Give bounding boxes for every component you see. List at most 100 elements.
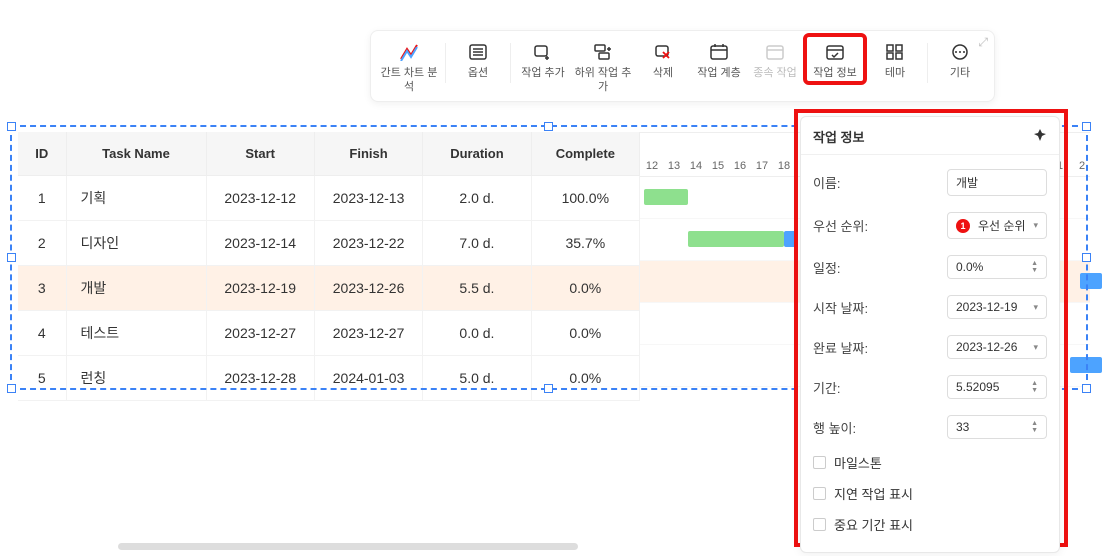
resize-handle[interactable]	[1082, 122, 1091, 131]
cell-start: 2023-12-14	[206, 221, 314, 266]
checkbox-label: 지연 작업 표시	[834, 484, 913, 503]
analysis-icon	[398, 41, 420, 63]
gantt-bar[interactable]	[644, 189, 688, 205]
cell-id: 1	[18, 176, 66, 221]
cell-id: 5	[18, 356, 66, 401]
resize-handle[interactable]	[544, 122, 553, 131]
toolbar-add-task[interactable]: 작업 추가	[515, 37, 571, 81]
toolbar-theme[interactable]: 테마	[867, 37, 923, 81]
resize-handle[interactable]	[7, 122, 16, 131]
toolbar-task-info[interactable]: 작업 정보	[807, 37, 863, 81]
task-info-icon	[824, 41, 846, 63]
toolbar-dependency: 종속 작업	[747, 37, 803, 81]
col-start[interactable]: Start	[206, 132, 314, 176]
day-label: 16	[732, 160, 748, 172]
gantt-bar[interactable]	[688, 231, 784, 247]
cell-id: 2	[18, 221, 66, 266]
chevron-down-icon: ▾	[1033, 342, 1038, 353]
row-height-input[interactable]: 33 ▲▼	[947, 415, 1047, 439]
col-duration[interactable]: Duration	[423, 132, 531, 176]
cell-start: 2023-12-27	[206, 311, 314, 356]
day-label: 15	[710, 160, 726, 172]
cell-complete: 0.0%	[531, 356, 639, 401]
start-date-value: 2023-12-19	[956, 300, 1017, 314]
start-date-picker[interactable]: 2023-12-19 ▾	[947, 295, 1047, 319]
table-row[interactable]: 2 디자인 2023-12-14 2023-12-22 7.0 d. 35.7%	[18, 221, 640, 266]
more-icon	[949, 41, 971, 63]
col-finish[interactable]: Finish	[314, 132, 422, 176]
checkbox-icon	[813, 518, 826, 531]
cell-finish: 2023-12-13	[314, 176, 422, 221]
toolbar-delete[interactable]: 삭제	[635, 37, 691, 81]
spinner-icon[interactable]: ▲▼	[1031, 260, 1038, 274]
day-label: 13	[666, 160, 682, 172]
pin-icon[interactable]	[1033, 128, 1047, 145]
add-subtask-icon	[592, 41, 614, 63]
toolbar-hierarchy[interactable]: 작업 계층	[691, 37, 747, 81]
delete-icon	[652, 41, 674, 63]
milestone-checkbox[interactable]: 마일스톤	[813, 447, 1047, 478]
duration-input[interactable]: 5.52095 ▲▼	[947, 375, 1047, 399]
priority-select[interactable]: 1 우선 순위 ▾	[947, 212, 1047, 239]
label-duration: 기간:	[813, 378, 841, 397]
task-table: ID Task Name Start Finish Duration Compl…	[18, 132, 640, 401]
show-delayed-checkbox[interactable]: 지연 작업 표시	[813, 478, 1047, 509]
separator	[927, 43, 928, 83]
resize-handle[interactable]	[7, 253, 16, 262]
cell-id: 4	[18, 311, 66, 356]
name-value: 개발	[956, 174, 978, 191]
toolbar-label: 하위 작업 추가	[573, 67, 633, 95]
cell-name: 테스트	[66, 311, 206, 356]
cell-complete: 35.7%	[531, 221, 639, 266]
add-task-icon	[532, 41, 554, 63]
day-label: 14	[688, 160, 704, 172]
collapse-icon[interactable]: ⤢	[978, 35, 988, 50]
cell-complete: 0.0%	[531, 311, 639, 356]
theme-icon	[884, 41, 906, 63]
table-row[interactable]: 5 런칭 2023-12-28 2024-01-03 5.0 d. 0.0%	[18, 356, 640, 401]
toolbar-label: 간트 차트 분석	[379, 67, 439, 95]
show-critical-checkbox[interactable]: 중요 기간 표시	[813, 509, 1047, 540]
gantt-bar[interactable]	[1080, 273, 1102, 289]
calendar-icon	[708, 41, 730, 63]
checkbox-label: 마일스톤	[834, 453, 882, 472]
cell-start: 2023-12-19	[206, 266, 314, 311]
col-name[interactable]: Task Name	[66, 132, 206, 176]
dependency-icon	[764, 41, 786, 63]
spinner-icon[interactable]: ▲▼	[1031, 420, 1038, 434]
cell-start: 2023-12-28	[206, 356, 314, 401]
toolbar-label: 옵션	[468, 67, 488, 81]
priority-badge: 1	[956, 219, 970, 233]
cell-duration: 5.5 d.	[423, 266, 531, 311]
toolbar-label: 테마	[885, 67, 905, 81]
panel-header: 작업 정보	[801, 117, 1059, 155]
toolbar-analysis[interactable]: 간트 차트 분석	[377, 37, 441, 95]
toolbar-task-info-highlight: 작업 정보	[803, 33, 867, 85]
table-row[interactable]: 4 테스트 2023-12-27 2023-12-27 0.0 d. 0.0%	[18, 311, 640, 356]
col-id[interactable]: ID	[18, 132, 66, 176]
table-row-selected[interactable]: 3 개발 2023-12-19 2023-12-26 5.5 d. 0.0%	[18, 266, 640, 311]
gantt-bar[interactable]	[1070, 357, 1102, 373]
cell-finish: 2023-12-27	[314, 311, 422, 356]
cell-name: 디자인	[66, 221, 206, 266]
progress-input[interactable]: 0.0% ▲▼	[947, 255, 1047, 279]
label-name: 이름:	[813, 173, 841, 192]
table-row[interactable]: 1 기획 2023-12-12 2023-12-13 2.0 d. 100.0%	[18, 176, 640, 221]
toolbar-label: 작업 추가	[521, 67, 565, 81]
cell-name: 기획	[66, 176, 206, 221]
toolbar-options[interactable]: 옵션	[450, 37, 506, 81]
resize-handle[interactable]	[7, 384, 16, 393]
spinner-icon[interactable]: ▲▼	[1031, 380, 1038, 394]
end-date-picker[interactable]: 2023-12-26 ▾	[947, 335, 1047, 359]
label-row-height: 행 높이:	[813, 418, 856, 437]
name-input[interactable]: 개발	[947, 169, 1047, 196]
checkbox-label: 중요 기간 표시	[834, 515, 913, 534]
horizontal-scrollbar[interactable]	[118, 543, 578, 550]
cell-finish: 2023-12-22	[314, 221, 422, 266]
cell-duration: 7.0 d.	[423, 221, 531, 266]
task-info-panel: 작업 정보 이름: 개발 우선 순위: 1 우선 순위 ▾ 일정: 0.0% ▲…	[800, 116, 1060, 553]
gantt-bar-progress[interactable]	[784, 231, 796, 247]
end-date-value: 2023-12-26	[956, 340, 1017, 354]
col-complete[interactable]: Complete	[531, 132, 639, 176]
toolbar-add-subtask[interactable]: 하위 작업 추가	[571, 37, 635, 95]
